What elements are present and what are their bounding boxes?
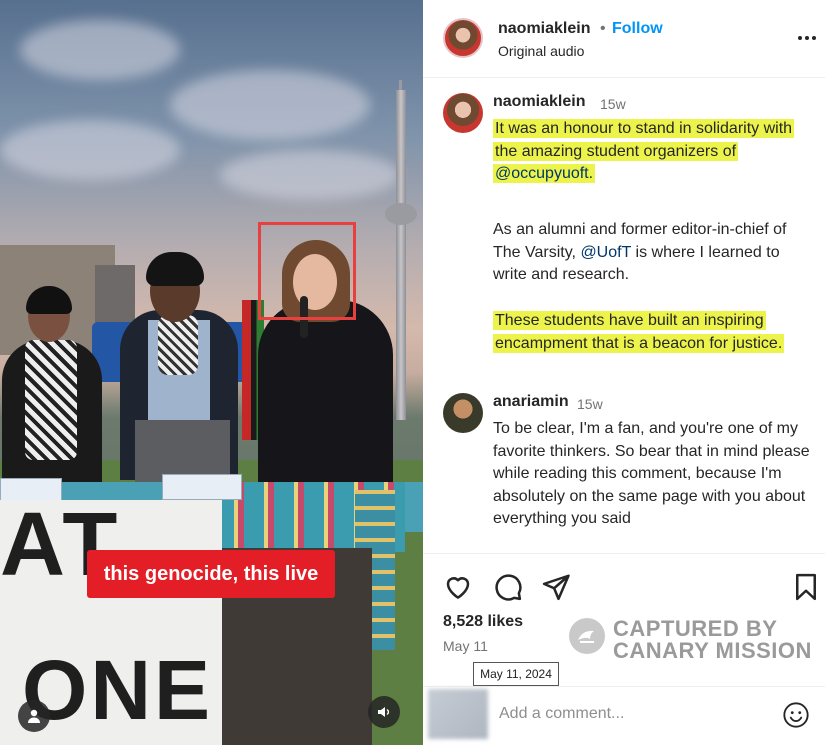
comment-item: anariamin 15w To be clear, I'm a fan, an…: [423, 393, 825, 553]
tagged-users-button[interactable]: [18, 700, 50, 732]
share-icon[interactable]: [541, 572, 571, 602]
comment-icon[interactable]: [493, 572, 523, 602]
comment-time[interactable]: 15w: [600, 96, 626, 112]
blurred-avatar: [428, 689, 488, 739]
more-options-icon[interactable]: [795, 28, 819, 48]
follow-button[interactable]: Follow: [612, 20, 663, 38]
comment-text: To be clear, I'm a fan, and you're one o…: [493, 420, 810, 527]
comment-username[interactable]: anariamin: [493, 393, 569, 411]
audio-link[interactable]: Original audio: [498, 43, 584, 59]
comment-input[interactable]: Add a comment...: [499, 705, 624, 723]
comment-username[interactable]: naomiaklein: [493, 93, 585, 111]
post-date[interactable]: May 11: [443, 638, 488, 654]
add-comment-row: Add a comment...: [423, 686, 825, 745]
video-caption: this genocide, this live: [87, 550, 335, 598]
water-bottles: [162, 474, 242, 500]
banner-text-bottom: ONE: [22, 643, 214, 737]
avatar[interactable]: [443, 93, 483, 133]
watermark-line-2: CANARY MISSION: [613, 638, 812, 663]
highlighted-text: These students have built an inspiring e…: [493, 311, 785, 353]
highlighted-text: It was an honour to stand in solidarity …: [493, 119, 795, 183]
cn-tower: [385, 203, 417, 225]
user-icon: [28, 709, 40, 723]
date-tooltip: May 11, 2024: [473, 662, 559, 686]
post-panel: naomiaklein • Follow Original audio naom…: [423, 0, 825, 745]
person-middle-hair: [146, 252, 204, 286]
caption-text: It was an honour to stand in solidarity …: [495, 120, 793, 160]
post-caption: naomiaklein 15w It was an honour to stan…: [423, 93, 825, 393]
header-username[interactable]: naomiaklein: [498, 20, 590, 38]
caption-text: .: [588, 165, 594, 182]
heart-icon[interactable]: [443, 572, 473, 602]
caption-paragraph-2: As an alumni and former editor-in-chief …: [493, 219, 813, 287]
audio-toggle-button[interactable]: [368, 696, 400, 728]
likes-count[interactable]: 8,528 likes: [443, 613, 523, 631]
mention-link[interactable]: @UofT: [580, 244, 631, 261]
emoji-icon[interactable]: [782, 701, 810, 729]
watermark: CAPTURED BY CANARY MISSION: [569, 616, 812, 663]
bookmark-icon[interactable]: [791, 572, 821, 602]
canary-logo-icon: [569, 618, 605, 654]
cn-tower: [396, 90, 406, 420]
face-highlight-box: [258, 222, 356, 320]
keffiyeh: [158, 315, 198, 375]
avatar[interactable]: [443, 393, 483, 433]
sky-cloud: [170, 70, 370, 140]
sky-cloud: [220, 150, 400, 200]
keffiyeh: [25, 340, 77, 460]
avatar[interactable]: [443, 18, 483, 58]
comments-list[interactable]: naomiaklein 15w It was an honour to stan…: [423, 79, 825, 553]
reel-video[interactable]: AT ONE this genocide, this live: [0, 0, 423, 745]
mention-link[interactable]: @occupyuoft: [495, 165, 589, 182]
comment-time[interactable]: 15w: [577, 396, 603, 412]
caption-paragraph-1: It was an honour to stand in solidarity …: [493, 118, 813, 186]
sky-cloud: [20, 20, 180, 80]
action-bar: [423, 553, 825, 615]
caption-paragraph-3: These students have built an inspiring e…: [493, 310, 813, 355]
speaker-icon: [378, 707, 390, 717]
background-building: [95, 265, 135, 325]
speaker: [258, 300, 393, 490]
separator-dot: •: [600, 20, 606, 37]
sky-cloud: [0, 120, 180, 180]
post-header: naomiaklein • Follow Original audio: [423, 0, 825, 78]
